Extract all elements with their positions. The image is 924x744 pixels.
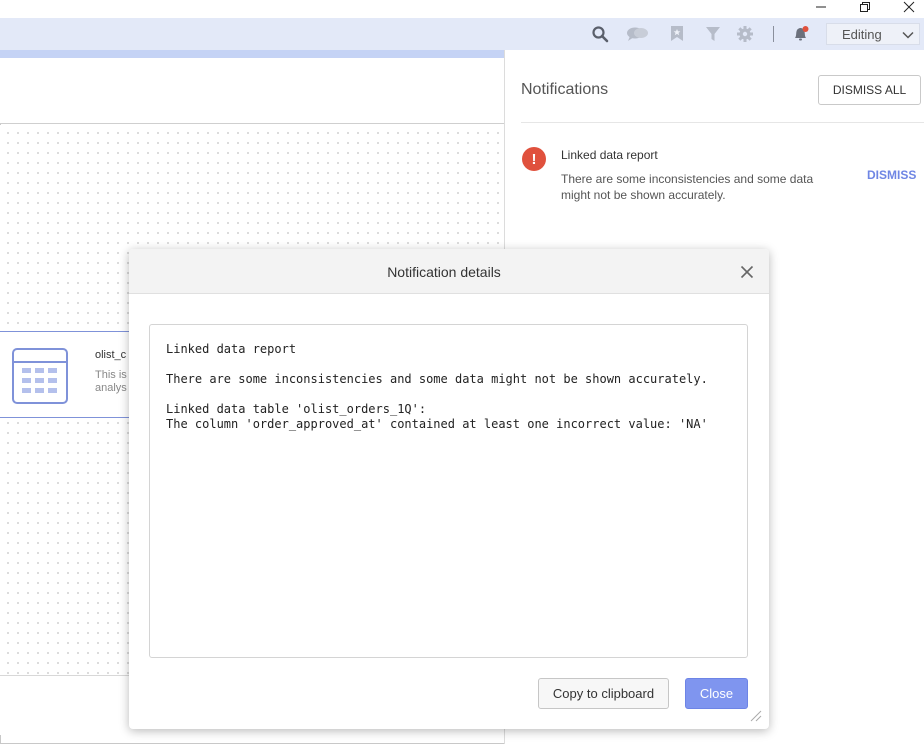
details-line: Linked data table 'olist_orders_1Q': xyxy=(166,402,427,416)
comments-icon xyxy=(627,27,648,41)
dismiss-all-button[interactable]: DISMISS ALL xyxy=(818,75,921,105)
copy-to-clipboard-button[interactable]: Copy to clipboard xyxy=(538,678,669,709)
notifications-title: Notifications xyxy=(521,81,609,98)
close-icon xyxy=(903,1,915,13)
chevron-down-icon xyxy=(902,31,914,39)
filter-icon xyxy=(706,27,720,41)
restore-button[interactable] xyxy=(850,0,880,14)
mode-select[interactable]: Editing xyxy=(826,23,920,45)
gear-icon xyxy=(737,26,753,42)
details-text-area[interactable]: Linked data report There are some incons… xyxy=(149,324,748,658)
toolbar-separator xyxy=(773,26,774,42)
close-window-button[interactable] xyxy=(894,0,924,14)
notification-item-text[interactable]: There are some inconsistencies and some … xyxy=(561,171,821,203)
search-icon xyxy=(592,26,609,43)
close-button[interactable]: Close xyxy=(685,678,748,709)
notification-item-title[interactable]: Linked data report xyxy=(561,148,658,162)
restore-icon xyxy=(860,2,870,12)
notifications-divider xyxy=(521,122,924,123)
table-icon xyxy=(12,348,68,404)
canvas-header xyxy=(0,58,504,124)
details-line: The column 'order_approved_at' contained… xyxy=(166,417,708,431)
dialog-close-button[interactable] xyxy=(738,263,756,281)
details-line: Linked data report xyxy=(166,342,297,356)
bookmark-icon xyxy=(671,26,683,41)
dialog-header: Notification details xyxy=(129,249,769,294)
dismiss-notification-link[interactable]: DISMISS xyxy=(867,168,916,182)
mode-select-label: Editing xyxy=(842,26,882,42)
error-icon: ! xyxy=(522,147,546,171)
comments-button[interactable] xyxy=(626,24,650,44)
dialog-title: Notification details xyxy=(387,264,501,280)
notifications-bell-icon xyxy=(795,26,809,41)
bookmarks-button[interactable] xyxy=(667,24,687,44)
resize-grip-icon[interactable] xyxy=(748,708,762,722)
details-line: There are some inconsistencies and some … xyxy=(166,372,708,386)
minimize-icon xyxy=(816,6,826,8)
card-title: olist_c xyxy=(95,349,127,361)
search-button[interactable] xyxy=(590,24,610,44)
canvas-accent-strip xyxy=(0,50,504,58)
close-icon xyxy=(740,265,754,279)
toolbar: Editing xyxy=(0,18,924,50)
filter-button[interactable] xyxy=(703,24,723,44)
title-bar xyxy=(0,0,924,18)
minimize-button[interactable] xyxy=(806,0,836,14)
notification-details-dialog: Notification details Linked data report … xyxy=(129,249,769,729)
notifications-button[interactable] xyxy=(791,24,811,44)
settings-button[interactable] xyxy=(735,24,755,44)
